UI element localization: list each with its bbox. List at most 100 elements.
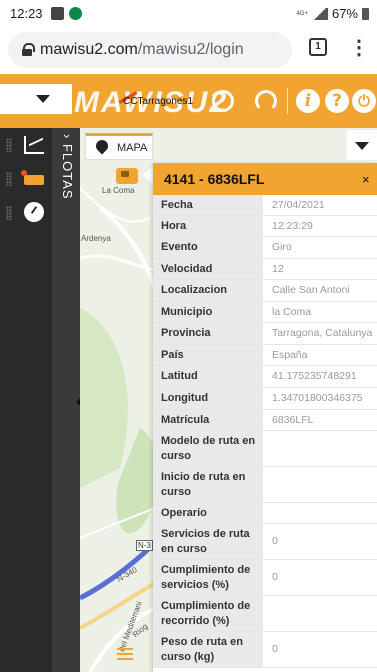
- selected-fleet-name: CCTarragones1: [123, 96, 194, 107]
- drag-handle-icon[interactable]: [6, 138, 12, 152]
- network-type: 4G+: [296, 10, 308, 17]
- gauge-icon[interactable]: [255, 90, 277, 112]
- info-row-value: 0: [272, 643, 278, 655]
- power-icon[interactable]: ⏻: [352, 89, 376, 113]
- info-row-value: [263, 431, 377, 466]
- fleets-drawer-label[interactable]: › FLOTAS: [60, 134, 75, 200]
- info-icon[interactable]: i: [296, 89, 320, 113]
- info-row-label: Servicios de ruta en curso: [153, 524, 263, 559]
- info-row: Velocidad 12: [153, 259, 377, 280]
- map-label-la-coma: La Coma: [102, 186, 135, 195]
- url-domain: mawisu2.com: [40, 41, 138, 58]
- vehicle-marker-icon[interactable]: [116, 168, 138, 184]
- status-bar: 12:23 4G+ 67%: [0, 0, 377, 28]
- url-text[interactable]: mawisu2.com/mawisu2/login: [40, 41, 244, 59]
- info-row-label: Municipio: [153, 302, 263, 322]
- info-row-label: Cumplimiento de servicios (%): [153, 560, 263, 595]
- rail-item-gauge[interactable]: [0, 200, 52, 232]
- vehicle-info-popup: 4141 - 6836LFL × Fecha 27/04/2021 Hora 12:2…: [153, 163, 377, 672]
- drag-handle-icon[interactable]: [6, 206, 12, 220]
- url-path: /mawisu2/login: [137, 41, 244, 58]
- info-row-label: Inicio de ruta en curso: [153, 467, 263, 502]
- chevron-down-icon: [36, 95, 50, 103]
- info-row: Longitud 1.34701800346375: [153, 388, 377, 410]
- pulse-icon[interactable]: [212, 90, 234, 112]
- gauge-icon: [24, 202, 44, 222]
- info-row: Latitud 41.175235748291: [153, 366, 377, 388]
- info-row-label: Fecha: [153, 195, 263, 215]
- info-row-label: Provincia: [153, 323, 263, 344]
- info-row: Servicios de ruta en curso 0: [153, 524, 377, 560]
- info-row: Peso de ruta en curso (kg) 0: [153, 632, 377, 668]
- tab-map[interactable]: MAPA: [85, 133, 153, 160]
- info-row-value: 12: [272, 262, 284, 275]
- chart-icon: [24, 136, 44, 154]
- info-row: Fecha 27/04/2021: [153, 195, 377, 216]
- popup-title: 4141 - 6836LFL: [164, 171, 265, 187]
- vehicle-info-table: Fecha 27/04/2021 Hora 12:23:29 Evento Giro Vel…: [153, 195, 377, 668]
- info-row-value: 0: [272, 535, 278, 547]
- fleet-dropdown[interactable]: [0, 84, 72, 114]
- info-row: Localizacion Calle San Antoni: [153, 280, 377, 302]
- address-bar[interactable]: mawisu2.com/mawisu2/login: [8, 32, 292, 68]
- gallery-notification-icon: [51, 7, 64, 20]
- close-icon[interactable]: ×: [362, 172, 370, 187]
- info-row-value: 27/04/2021: [272, 198, 325, 211]
- info-row-label: Matrícula: [153, 410, 263, 430]
- info-row-value: España: [272, 348, 308, 361]
- info-row-value: 6836LFL: [272, 413, 314, 426]
- info-row-label: Cumplimiento de recorrido (%): [153, 596, 263, 631]
- info-row-label: Operario: [153, 503, 263, 523]
- info-row-value: Calle San Antoni: [272, 284, 350, 296]
- info-row-value: 1.34701800346375: [272, 392, 363, 404]
- drag-handle-icon[interactable]: [6, 172, 12, 186]
- app-header: MAWISU2 CCTarragones1 i ? ⏻: [0, 74, 377, 128]
- battery-icon: [362, 7, 369, 20]
- info-row: País España: [153, 345, 377, 366]
- info-row-label: Velocidad: [153, 259, 263, 279]
- fleets-label-text: FLOTAS: [60, 143, 75, 200]
- info-row: Operario: [153, 503, 377, 524]
- info-row: Cumplimiento de recorrido (%): [153, 596, 377, 632]
- panel-collapse-button[interactable]: [347, 130, 377, 160]
- signal-icon: [311, 7, 328, 20]
- header-divider: [287, 88, 288, 114]
- chevron-down-icon: [355, 142, 369, 150]
- info-row-label: Modelo de ruta en curso: [153, 431, 263, 466]
- rail-item-fleet[interactable]: [0, 166, 52, 198]
- tab-switcher-button[interactable]: 1: [309, 38, 327, 56]
- info-row-value: [263, 467, 377, 502]
- info-row-value: 0: [272, 571, 278, 583]
- info-row: Provincia Tarragona, Catalunya: [153, 323, 377, 345]
- map-label-ardenya: Ardenya: [81, 234, 111, 243]
- map-pin-icon: [93, 137, 111, 155]
- info-row-value: [263, 596, 377, 631]
- road-shield-n3: N-3: [136, 540, 153, 551]
- info-row-label: Latitud: [153, 366, 263, 387]
- message-notification-icon: [69, 7, 82, 20]
- info-row-value: Giro: [272, 241, 292, 253]
- info-row-label: País: [153, 345, 263, 365]
- info-row-value: 41.175235748291: [272, 370, 357, 382]
- rail-item-charts[interactable]: [0, 132, 52, 164]
- info-row-label: Hora: [153, 216, 263, 236]
- info-row-label: Longitud: [153, 388, 263, 409]
- info-row: Evento Giro: [153, 237, 377, 259]
- browser-menu-icon[interactable]: ⋮: [349, 38, 369, 60]
- info-row-label: Evento: [153, 237, 263, 258]
- info-row-label: Peso de ruta en curso (kg): [153, 632, 263, 667]
- info-row-value: Tarragona, Catalunya: [272, 327, 373, 339]
- battery-percent: 67%: [331, 6, 358, 21]
- info-row-value: [263, 503, 377, 523]
- status-time: 12:23: [10, 6, 43, 21]
- left-rail: [0, 128, 52, 672]
- info-row: Hora 12:23:29: [153, 216, 377, 237]
- lock-icon: [22, 43, 35, 56]
- info-row: Matrícula 6836LFL: [153, 410, 377, 431]
- hamburger-menu-icon[interactable]: [117, 648, 133, 660]
- help-icon[interactable]: ?: [325, 89, 349, 113]
- info-row: Modelo de ruta en curso: [153, 431, 377, 467]
- browser-toolbar: mawisu2.com/mawisu2/login 1 ⋮: [0, 28, 377, 74]
- popup-header: 4141 - 6836LFL ×: [153, 163, 377, 195]
- info-row: Municipio la Coma: [153, 302, 377, 323]
